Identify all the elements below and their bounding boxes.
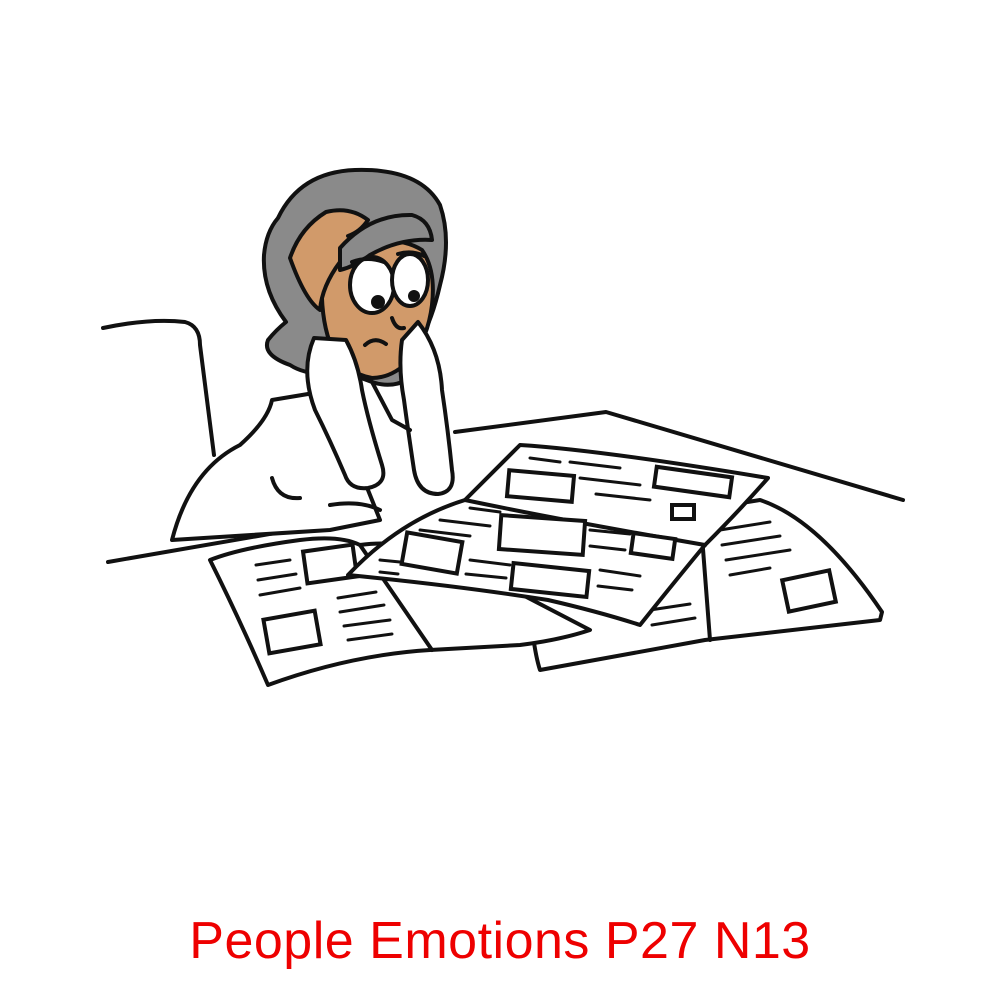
newspaper-left-box-1 (300, 542, 360, 586)
image-caption: People Emotions P27 N13 (189, 912, 811, 970)
chair-back (101, 318, 216, 457)
newspaper-front-box-1 (504, 468, 577, 504)
newspaper-front-box-7 (670, 503, 696, 521)
newspaper-front-box-3 (496, 512, 588, 558)
pupil-left (371, 295, 385, 309)
newspaper-front-box-5 (508, 560, 592, 600)
arm-right (398, 320, 455, 496)
newspaper-left-box-2 (261, 608, 323, 656)
newspaper-front-box-6 (628, 530, 678, 562)
illustration (101, 167, 905, 687)
pupil-right (408, 290, 420, 302)
newspaper-front-box-4 (399, 530, 465, 576)
